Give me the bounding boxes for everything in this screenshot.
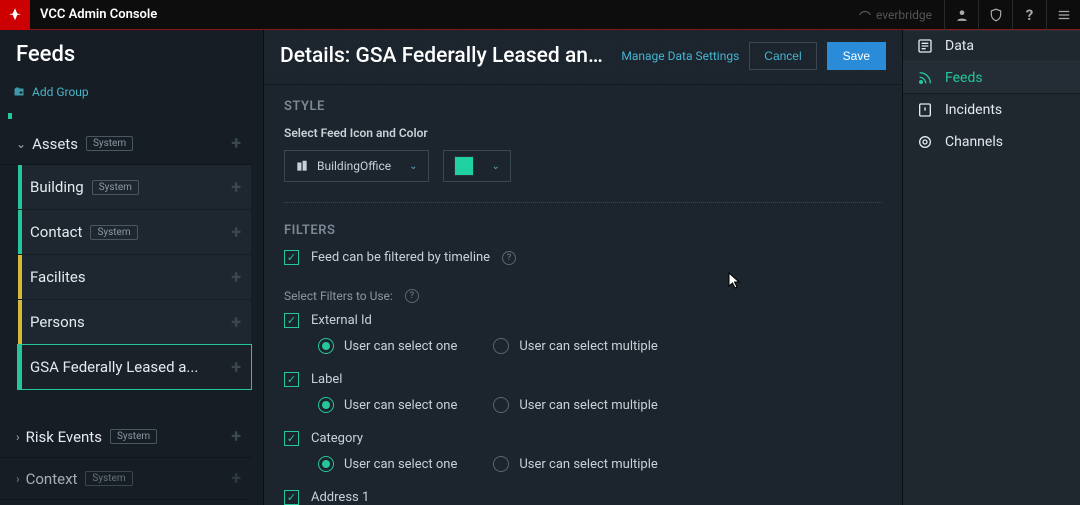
filter-name: External Id	[311, 313, 372, 328]
timeline-checkbox[interactable]: ✓	[284, 250, 299, 265]
filter-checkbox[interactable]: ✓	[284, 313, 299, 328]
chevron-right-icon: ›	[16, 472, 20, 486]
plus-icon[interactable]: +	[231, 133, 241, 154]
page-title: Details: GSA Federally Leased and Owned …	[280, 44, 611, 68]
sidebar-item-building[interactable]: Building System +	[18, 165, 251, 209]
radio-multi[interactable]: User can select multiple	[493, 397, 657, 413]
data-icon	[917, 38, 933, 54]
rail-label: Incidents	[945, 102, 1002, 118]
user-icon[interactable]	[944, 0, 978, 30]
plus-icon[interactable]: +	[231, 312, 241, 333]
style-sublabel: Select Feed Icon and Color	[284, 126, 882, 140]
main-header: Details: GSA Federally Leased and Owned …	[264, 30, 902, 85]
filters-heading: FILTERS	[284, 223, 882, 238]
filter-label: ✓ Label User can select one User can sel…	[284, 372, 882, 413]
group-header-context[interactable]: › Context System +	[0, 458, 251, 500]
add-group-label: Add Group	[32, 85, 89, 99]
group-header-assets[interactable]: ⌄ Assets System +	[0, 123, 251, 165]
main: Details: GSA Federally Leased and Owned …	[264, 30, 902, 505]
filter-name: Label	[311, 372, 342, 387]
sidebar-title: Feeds	[0, 30, 263, 81]
group-header-risk-events[interactable]: › Risk Events System +	[0, 416, 251, 458]
info-icon[interactable]: ?	[502, 251, 516, 265]
rail-item-data[interactable]: Data	[903, 30, 1080, 62]
shield-icon[interactable]	[978, 0, 1012, 30]
plus-icon[interactable]: +	[231, 222, 241, 243]
info-icon[interactable]: ?	[405, 289, 419, 303]
filter-name: Address 1	[311, 490, 369, 505]
radio-multi[interactable]: User can select multiple	[493, 338, 657, 354]
system-pill: System	[110, 429, 157, 444]
filters-subheading: Select Filters to Use:	[284, 289, 393, 303]
manage-data-settings-link[interactable]: Manage Data Settings	[621, 49, 739, 63]
sidebar-item-facilites[interactable]: Facilites +	[18, 255, 251, 299]
menu-icon[interactable]	[1046, 0, 1080, 30]
chevron-right-icon: ›	[16, 430, 20, 444]
sidebar-item-contact[interactable]: Contact System +	[18, 210, 251, 254]
filter-checkbox[interactable]: ✓	[284, 431, 299, 446]
top-bar: VCC Admin Console everbridge ?	[0, 0, 1080, 30]
add-group-button[interactable]: Add Group	[0, 81, 263, 107]
filter-category: ✓ Category User can select one User can …	[284, 431, 882, 472]
rail-item-channels[interactable]: Channels	[903, 126, 1080, 158]
timeline-label: Feed can be filtered by timeline	[311, 250, 490, 265]
plus-icon[interactable]: +	[231, 267, 241, 288]
color-swatch	[454, 156, 474, 176]
radio-one[interactable]: User can select one	[318, 397, 457, 413]
plus-icon[interactable]: +	[231, 468, 241, 489]
filter-name: Category	[311, 431, 363, 446]
rail-label: Feeds	[945, 70, 983, 86]
system-pill: System	[85, 471, 132, 486]
sidebar-item-persons[interactable]: Persons +	[18, 300, 251, 344]
divider	[8, 113, 251, 119]
rail-item-feeds[interactable]: Feeds	[903, 62, 1080, 94]
brand-logo	[0, 0, 30, 30]
filter-checkbox[interactable]: ✓	[284, 372, 299, 387]
system-pill: System	[92, 180, 139, 195]
chevron-down-icon: ⌄	[492, 161, 500, 172]
rail-label: Data	[945, 38, 974, 54]
system-pill: System	[86, 136, 133, 151]
system-pill: System	[90, 225, 137, 240]
filter-external-id: ✓ External Id User can select one User c…	[284, 313, 882, 354]
color-select[interactable]: ⌄	[443, 150, 511, 182]
radio-one[interactable]: User can select one	[318, 456, 457, 472]
filter-checkbox[interactable]: ✓	[284, 490, 299, 505]
app-title: VCC Admin Console	[40, 7, 157, 22]
group-name: Assets	[32, 135, 78, 153]
plus-icon[interactable]: +	[231, 357, 241, 378]
sidebar-item-gsa[interactable]: GSA Federally Leased a... +	[18, 345, 251, 389]
feeds-icon	[917, 70, 933, 86]
incidents-icon	[917, 102, 933, 118]
plus-icon[interactable]: +	[231, 177, 241, 198]
chevron-down-icon: ⌄	[409, 161, 417, 172]
help-icon[interactable]: ?	[1012, 0, 1046, 30]
icon-select[interactable]: BuildingOffice ⌄	[284, 150, 429, 182]
brand-right: everbridge	[858, 8, 932, 22]
building-icon	[295, 159, 309, 173]
divider	[284, 202, 882, 203]
save-button[interactable]: Save	[827, 42, 886, 70]
group-name: Risk Events	[26, 428, 102, 446]
rail-label: Channels	[945, 134, 1003, 150]
icon-select-label: BuildingOffice	[317, 159, 391, 173]
channels-icon	[917, 134, 933, 150]
radio-multi[interactable]: User can select multiple	[493, 456, 657, 472]
filter-address-1: ✓ Address 1	[284, 490, 882, 505]
group-name: Context	[26, 470, 78, 488]
style-heading: STYLE	[284, 99, 882, 114]
cancel-button[interactable]: Cancel	[749, 42, 816, 70]
plus-icon[interactable]: +	[231, 426, 241, 447]
sidebar: Feeds Add Group ⌄ Assets System + Buildi…	[0, 30, 264, 505]
rail-item-incidents[interactable]: Incidents	[903, 94, 1080, 126]
radio-one[interactable]: User can select one	[318, 338, 457, 354]
chevron-down-icon: ⌄	[16, 137, 26, 151]
right-rail: Data Feeds Incidents Channels	[902, 30, 1080, 505]
